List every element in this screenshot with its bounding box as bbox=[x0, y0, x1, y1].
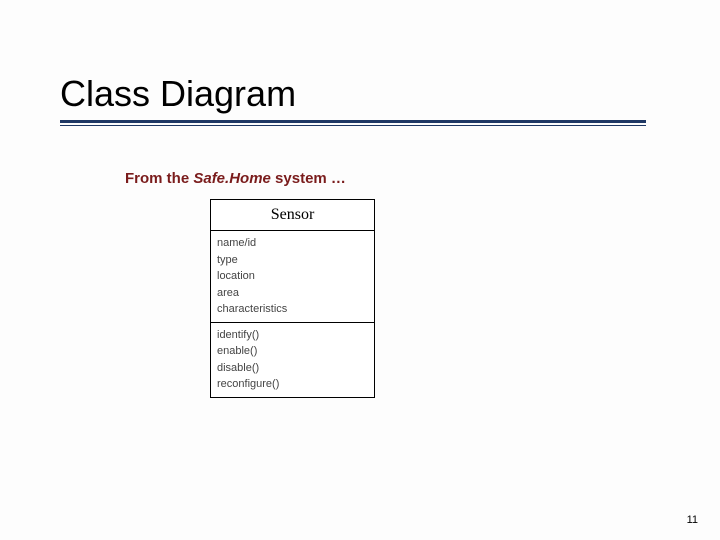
uml-attribute: type bbox=[217, 252, 368, 269]
uml-operation: disable() bbox=[217, 360, 368, 377]
uml-operations-section: identify() enable() disable() reconfigur… bbox=[210, 322, 375, 398]
uml-operation: identify() bbox=[217, 327, 368, 344]
uml-operation: enable() bbox=[217, 343, 368, 360]
uml-class: Sensor name/id type location area charac… bbox=[210, 199, 375, 398]
uml-operation: reconfigure() bbox=[217, 376, 368, 393]
title-block: Class Diagram bbox=[60, 74, 646, 126]
uml-attribute: characteristics bbox=[217, 301, 368, 318]
subtitle-suffix: system … bbox=[271, 170, 346, 187]
uml-class-box: Sensor name/id type location area charac… bbox=[210, 200, 375, 398]
title-underline-thin bbox=[60, 125, 646, 126]
uml-attribute: area bbox=[217, 285, 368, 302]
uml-attribute: name/id bbox=[217, 235, 368, 252]
uml-attribute: location bbox=[217, 268, 368, 285]
uml-attributes-section: name/id type location area characteristi… bbox=[210, 230, 375, 323]
subtitle-italic: Safe.Home bbox=[193, 170, 271, 187]
slide-title: Class Diagram bbox=[60, 74, 646, 118]
subtitle-prefix: From the bbox=[125, 170, 193, 187]
slide-subtitle: From the Safe.Home system … bbox=[125, 170, 346, 187]
title-underline-thick bbox=[60, 120, 646, 123]
uml-class-name: Sensor bbox=[210, 199, 375, 231]
slide: Class Diagram From the Safe.Home system … bbox=[0, 0, 720, 540]
page-number: 11 bbox=[687, 514, 698, 526]
